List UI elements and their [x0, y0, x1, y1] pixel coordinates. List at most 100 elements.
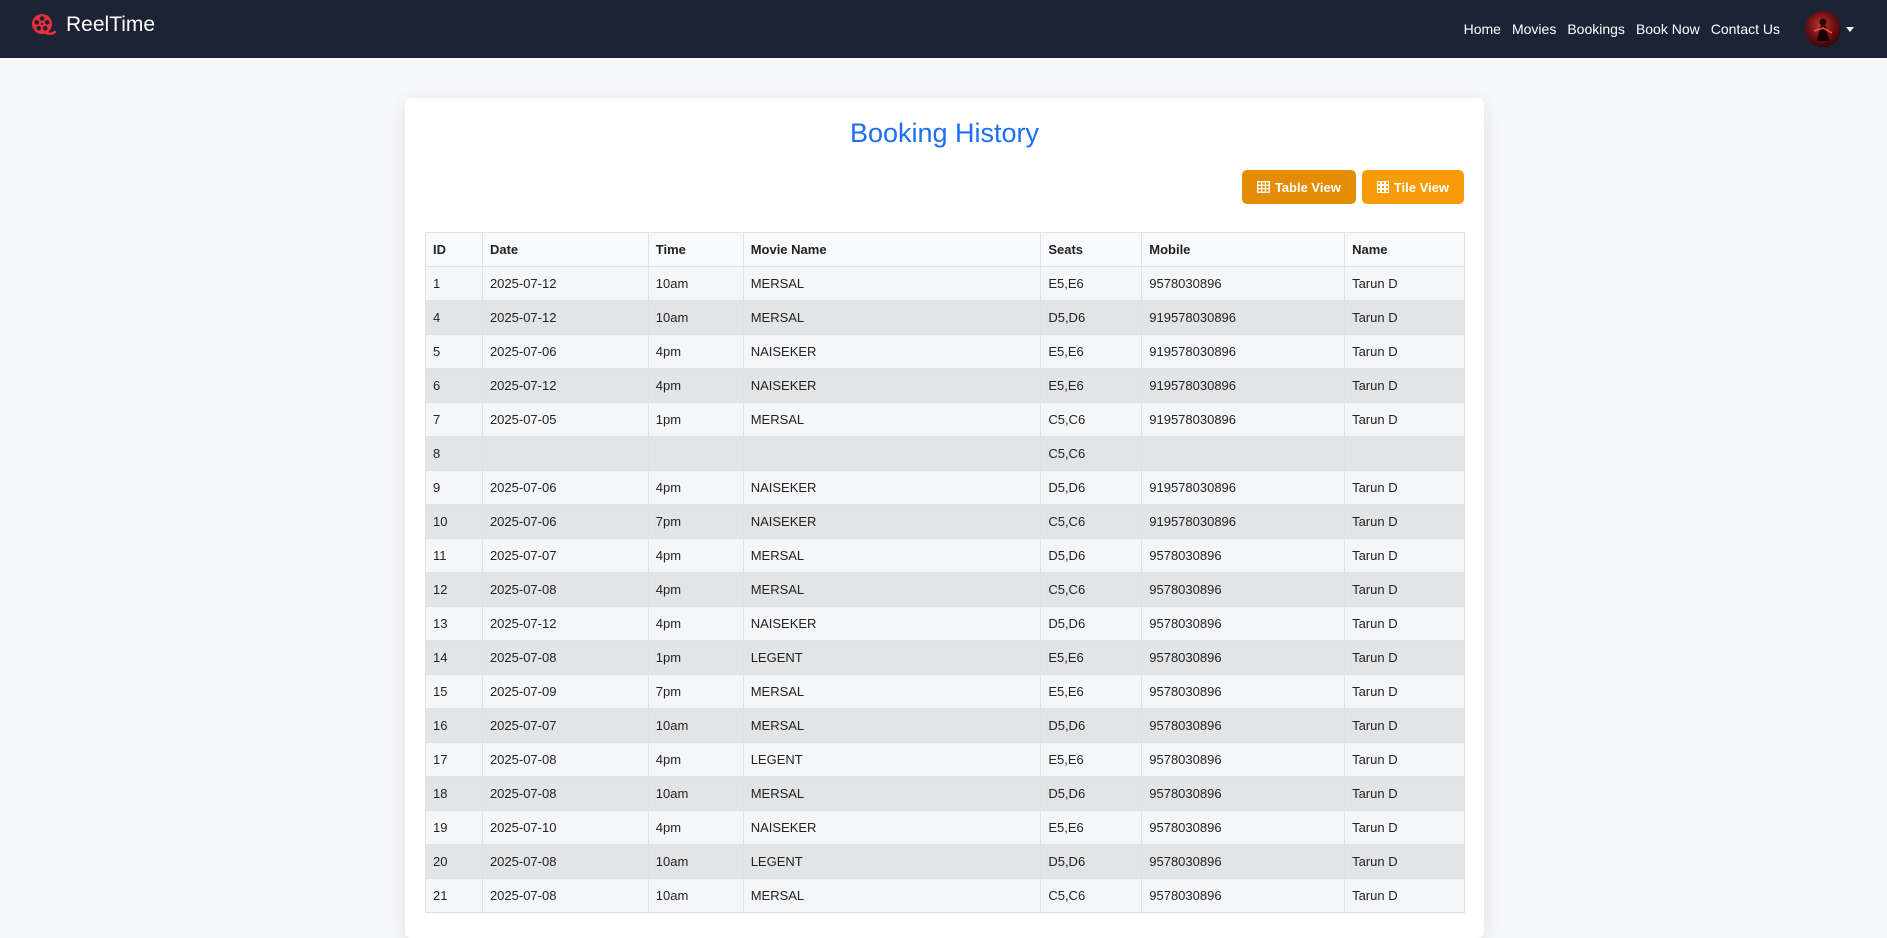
nav-link-bookings[interactable]: Bookings	[1567, 21, 1625, 37]
booking-history-card: Booking History Table View Tile View ID …	[405, 98, 1484, 938]
cell-mobile: 9578030896	[1141, 572, 1346, 607]
cell-date: 2025-07-08	[481, 776, 649, 811]
cell-movie-name: NAISEKER	[742, 606, 1042, 641]
cell-mobile: 919578030896	[1141, 368, 1346, 403]
cell-id: 17	[425, 742, 483, 777]
cell-date: 2025-07-12	[481, 368, 649, 403]
table-row: 17 2025-07-08 4pm LEGENT E5,E6 9578030896 Taru…	[425, 742, 1465, 777]
cell-movie-name: NAISEKER	[742, 334, 1042, 369]
cell-name: Tarun D	[1344, 402, 1465, 437]
cell-name: Tarun D	[1344, 640, 1465, 675]
cell-name: Tarun D	[1344, 266, 1465, 301]
cell-seats: E5,E6	[1040, 810, 1143, 845]
header-name: Name	[1344, 232, 1465, 267]
table-row: 21 2025-07-08 10am MERSAL C5,C6 9578030896 Tar…	[425, 878, 1465, 913]
table-row: 10 2025-07-06 7pm NAISEKER C5,C6 919578030896…	[425, 504, 1465, 539]
cell-seats: C5,C6	[1040, 402, 1143, 437]
cell-movie-name: NAISEKER	[742, 470, 1042, 505]
cell-time: 10am	[647, 878, 744, 913]
cell-date: 2025-07-12	[481, 266, 649, 301]
tile-view-button[interactable]: Tile View	[1361, 170, 1464, 204]
cell-time: 4pm	[647, 572, 744, 607]
caret-down-icon	[1846, 26, 1854, 32]
cell-movie-name: NAISEKER	[742, 504, 1042, 539]
cell-movie-name: LEGENT	[742, 640, 1042, 675]
table-view-button[interactable]: Table View	[1241, 170, 1356, 204]
brand-link[interactable]: ReelTime	[30, 12, 155, 38]
cell-name: Tarun D	[1344, 300, 1465, 335]
cell-movie-name: MERSAL	[742, 300, 1042, 335]
table-row: 5 2025-07-06 4pm NAISEKER E5,E6 919578030896 T…	[425, 334, 1465, 369]
cell-seats: D5,D6	[1040, 708, 1143, 743]
cell-date	[481, 436, 649, 471]
cell-date: 2025-07-10	[481, 810, 649, 845]
cell-movie-name: MERSAL	[742, 538, 1042, 573]
table-row: 4 2025-07-12 10am MERSAL D5,D6 919578030896 Ta…	[425, 300, 1465, 335]
cell-name: Tarun D	[1344, 844, 1465, 879]
cell-name: Tarun D	[1344, 538, 1465, 573]
cell-id: 10	[425, 504, 483, 539]
cell-time: 10am	[647, 266, 744, 301]
cell-time: 4pm	[647, 606, 744, 641]
cell-name: Tarun D	[1344, 504, 1465, 539]
nav-link-contact-us[interactable]: Contact Us	[1711, 21, 1780, 37]
cell-time: 4pm	[647, 334, 744, 369]
cell-seats: E5,E6	[1040, 334, 1143, 369]
cell-seats: D5,D6	[1040, 538, 1143, 573]
table-view-label: Table View	[1274, 179, 1341, 195]
cell-time: 4pm	[647, 470, 744, 505]
cell-mobile: 9578030896	[1141, 742, 1346, 777]
cell-id: 9	[425, 470, 483, 505]
cell-id: 20	[425, 844, 483, 879]
cell-mobile: 9578030896	[1141, 538, 1346, 573]
cell-id: 7	[425, 402, 483, 437]
user-menu-toggle[interactable]	[1805, 11, 1854, 47]
cell-time: 4pm	[647, 810, 744, 845]
table-row: 16 2025-07-07 10am MERSAL D5,D6 9578030896 Tar…	[425, 708, 1465, 743]
cell-date: 2025-07-08	[481, 742, 649, 777]
cell-id: 13	[425, 606, 483, 641]
cell-seats: C5,C6	[1040, 572, 1143, 607]
cell-mobile: 9578030896	[1141, 810, 1346, 845]
cell-id: 14	[425, 640, 483, 675]
cell-time: 10am	[647, 300, 744, 335]
cell-mobile: 9578030896	[1141, 266, 1346, 301]
nav-link-movies[interactable]: Movies	[1512, 21, 1556, 37]
cell-id: 12	[425, 572, 483, 607]
cell-id: 6	[425, 368, 483, 403]
table-row: 18 2025-07-08 10am MERSAL D5,D6 9578030896 Tar…	[425, 776, 1465, 811]
navbar: ReelTime Home Movies Bookings Book Now C…	[0, 0, 1887, 58]
header-id: ID	[425, 232, 483, 267]
nav-link-book-now[interactable]: Book Now	[1636, 21, 1700, 37]
cell-mobile: 919578030896	[1141, 504, 1346, 539]
cell-mobile: 9578030896	[1141, 674, 1346, 709]
table-body: 1 2025-07-12 10am MERSAL E5,E6 9578030896 Taru…	[425, 266, 1465, 913]
cell-seats: D5,D6	[1040, 844, 1143, 879]
cell-date: 2025-07-08	[481, 572, 649, 607]
cell-date: 2025-07-09	[481, 674, 649, 709]
header-movie-name: Movie Name	[742, 232, 1042, 267]
cell-seats: C5,C6	[1040, 436, 1143, 471]
cell-seats: D5,D6	[1040, 470, 1143, 505]
cell-mobile: 9578030896	[1141, 878, 1346, 913]
tile-view-label: Tile View	[1393, 179, 1449, 195]
header-date: Date	[481, 232, 649, 267]
view-toggle: Table View Tile View	[1236, 170, 1464, 204]
cell-time: 4pm	[647, 742, 744, 777]
header-seats: Seats	[1040, 232, 1143, 267]
cell-mobile: 9578030896	[1141, 708, 1346, 743]
cell-date: 2025-07-12	[481, 606, 649, 641]
cell-name: Tarun D	[1344, 810, 1465, 845]
cell-seats: E5,E6	[1040, 674, 1143, 709]
table-row: 19 2025-07-10 4pm NAISEKER E5,E6 9578030896 Ta…	[425, 810, 1465, 845]
cell-date: 2025-07-07	[481, 538, 649, 573]
cell-name: Tarun D	[1344, 368, 1465, 403]
cell-name: Tarun D	[1344, 572, 1465, 607]
nav-link-home[interactable]: Home	[1464, 21, 1501, 37]
cell-name: Tarun D	[1344, 776, 1465, 811]
cell-movie-name: MERSAL	[742, 674, 1042, 709]
cell-name: Tarun D	[1344, 334, 1465, 369]
cell-mobile: 9578030896	[1141, 776, 1346, 811]
table-row: 9 2025-07-06 4pm NAISEKER D5,D6 919578030896 T…	[425, 470, 1465, 505]
cell-mobile	[1141, 436, 1346, 471]
